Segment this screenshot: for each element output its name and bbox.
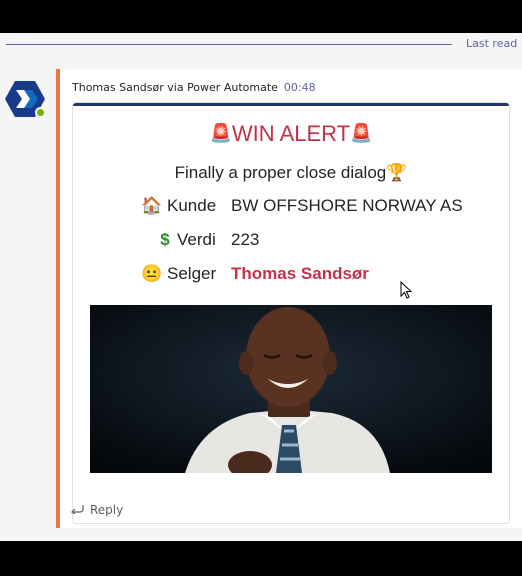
last-read-divider xyxy=(6,44,452,45)
importance-accent-bar xyxy=(56,69,60,528)
siren-icon: 🚨 xyxy=(350,123,373,143)
field-row-verdi: $ Verdi 223 xyxy=(73,230,509,254)
dollar-icon: $ xyxy=(160,230,170,249)
card-subtitle: Finally a proper close dialog🏆 xyxy=(73,163,509,183)
field-value: BW OFFSHORE NORWAY AS xyxy=(231,196,463,215)
reply-arrow-icon xyxy=(70,503,84,517)
house-icon: 🏠 xyxy=(141,196,163,215)
sender-name[interactable]: Thomas Sandsør via Power Automate xyxy=(72,81,278,94)
field-row-selger: 😐 Selger Thomas Sandsør xyxy=(73,264,509,288)
status-available-icon xyxy=(35,107,46,118)
field-value-mention[interactable]: Thomas Sandsør xyxy=(231,264,369,284)
card-title-text: WIN ALERT xyxy=(231,121,351,146)
field-label: Selger xyxy=(167,264,217,283)
chat-message: Thomas Sandsør via Power Automate 00:48 🚨… xyxy=(56,69,522,528)
message-header: Thomas Sandsør via Power Automate 00:48 xyxy=(72,81,316,94)
bottom-black-bar xyxy=(0,541,522,576)
celebration-gif[interactable] xyxy=(90,305,492,473)
card-top-border xyxy=(73,103,509,106)
card-title: 🚨WIN ALERT🚨 xyxy=(73,121,509,147)
adaptive-card: 🚨WIN ALERT🚨 Finally a proper close dialo… xyxy=(72,102,510,524)
card-subtitle-text: Finally a proper close dialog xyxy=(174,163,387,182)
message-timestamp: 00:48 xyxy=(283,81,316,94)
face-icon: 😐 xyxy=(141,264,163,283)
field-label: Kunde xyxy=(167,196,217,215)
trophy-icon: 🏆 xyxy=(386,163,408,182)
top-black-bar xyxy=(0,0,522,33)
siren-icon: 🚨 xyxy=(209,123,232,143)
field-label: Verdi xyxy=(177,230,216,249)
field-value: 223 xyxy=(231,230,260,249)
reply-button[interactable]: Reply xyxy=(70,503,123,517)
mouse-cursor-icon xyxy=(400,281,412,299)
reply-label: Reply xyxy=(90,503,124,517)
field-row-kunde: 🏠 Kunde BW OFFSHORE NORWAY AS xyxy=(73,196,509,220)
chat-pane: Last read Thomas Sandsør via Power Autom… xyxy=(0,33,522,541)
last-read-label: Last read xyxy=(466,37,518,50)
